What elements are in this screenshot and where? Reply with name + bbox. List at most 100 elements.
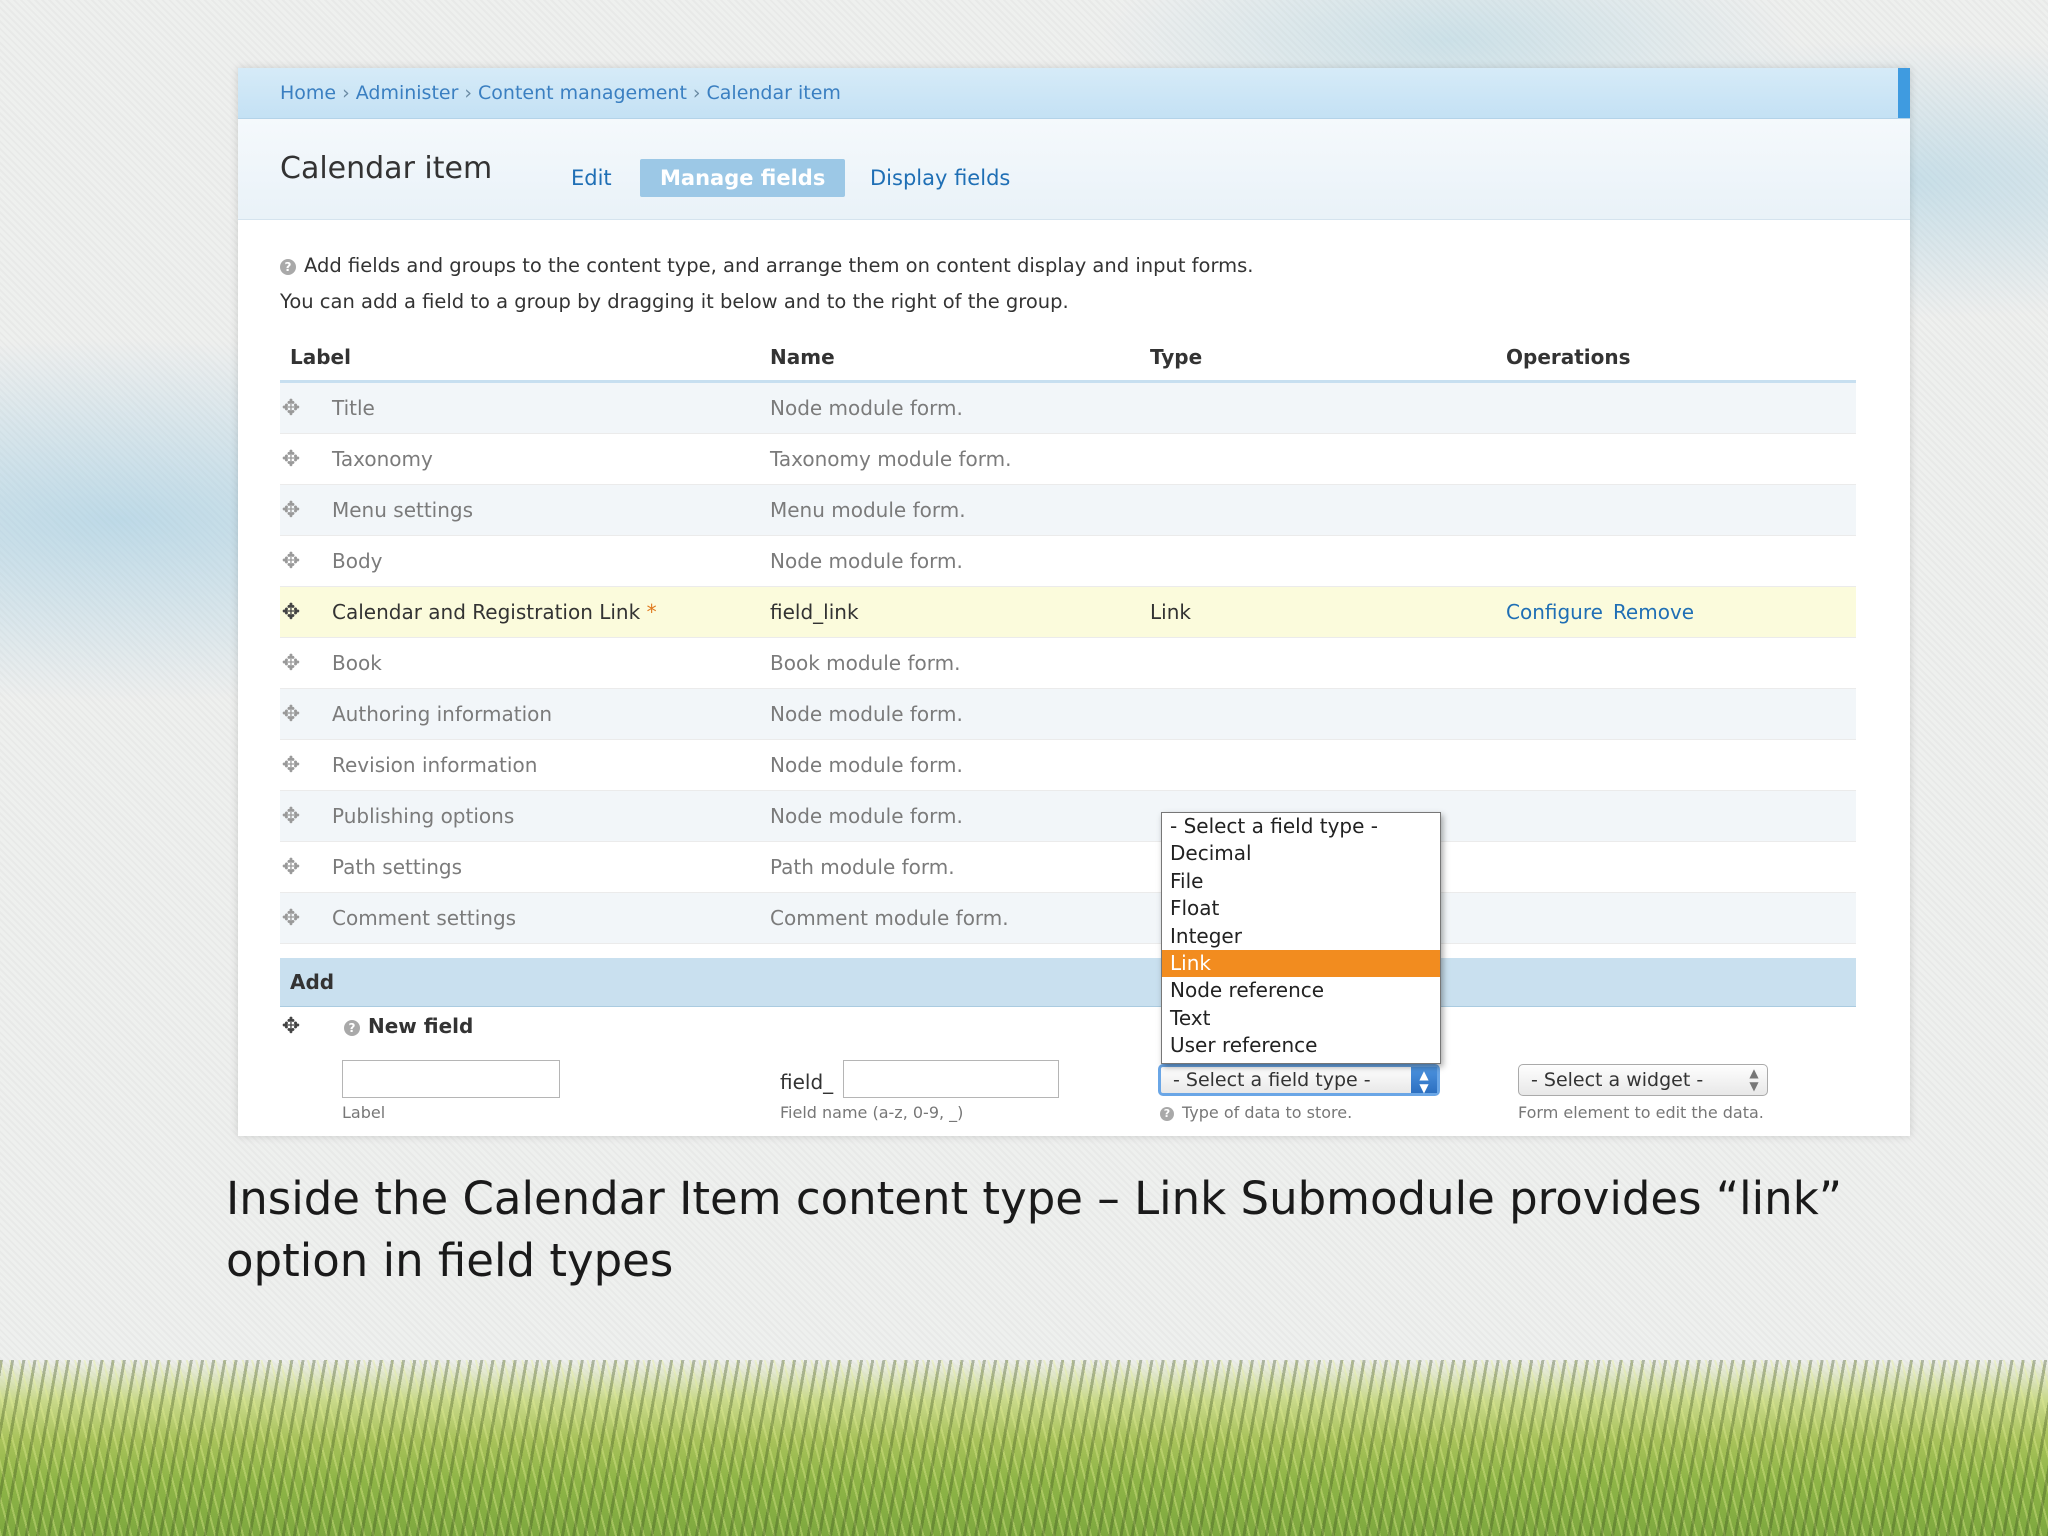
dropdown-option[interactable]: Integer xyxy=(1162,923,1440,950)
row-name: Node module form. xyxy=(770,739,1150,791)
table-row: ✥ Book Book module form. xyxy=(280,637,1856,689)
row-label: Path settings xyxy=(332,854,463,879)
widget-description: Form element to edit the data. xyxy=(1518,1103,1764,1122)
drag-handle-icon[interactable]: ✥ xyxy=(280,702,302,727)
row-type xyxy=(1150,688,1506,740)
remove-link[interactable]: Remove xyxy=(1613,600,1694,624)
drag-handle-icon[interactable]: ✥ xyxy=(280,447,302,472)
field-name-input[interactable] xyxy=(843,1060,1059,1098)
help-icon: ? xyxy=(1160,1107,1174,1121)
label-description: Label xyxy=(342,1103,386,1122)
row-operations xyxy=(1506,433,1856,485)
drag-handle-icon[interactable]: ✥ xyxy=(280,651,302,676)
row-name: field_link xyxy=(770,586,1150,638)
breadcrumb-content-management[interactable]: Content management xyxy=(478,82,687,104)
row-name: Node module form. xyxy=(770,790,1150,842)
row-name: Node module form. xyxy=(770,381,1150,434)
row-name: Comment module form. xyxy=(770,892,1150,944)
row-label: Publishing options xyxy=(332,803,515,828)
col-header-operations: Operations xyxy=(1506,334,1856,383)
table-row: ✥ Path settings Path module form. xyxy=(280,841,1856,893)
tab-manage-fields[interactable]: Manage fields xyxy=(640,159,846,197)
drag-handle-icon[interactable]: ✥ xyxy=(280,906,302,931)
row-label: Taxonomy xyxy=(332,446,433,471)
widget-select[interactable]: - Select a widget - ▲ ▼ xyxy=(1518,1064,1768,1096)
slide-caption: Inside the Calendar Item content type – … xyxy=(226,1172,1843,1287)
required-marker: * xyxy=(646,599,657,624)
row-name: Taxonomy module form. xyxy=(770,433,1150,485)
table-row: ✥ Comment settings Comment module form. xyxy=(280,892,1856,944)
dropdown-option-selected[interactable]: Link xyxy=(1162,949,1440,978)
row-operations xyxy=(1506,790,1856,842)
help-line-1: ? Add fields and groups to the content ty… xyxy=(280,248,1254,284)
new-field-label-input[interactable] xyxy=(342,1060,560,1098)
help-text: ? Add fields and groups to the content ty… xyxy=(280,248,1254,320)
drag-handle-icon[interactable]: ✥ xyxy=(280,753,302,778)
table-row: ✥ Taxonomy Taxonomy module form. xyxy=(280,433,1856,485)
drag-handle-icon[interactable]: ✥ xyxy=(280,498,302,523)
row-type xyxy=(1150,433,1506,485)
row-name: Node module form. xyxy=(770,535,1150,587)
col-header-label: Label xyxy=(280,334,770,383)
table-row-highlighted: ✥ Calendar and Registration Link * field_… xyxy=(280,586,1856,638)
row-label: Body xyxy=(332,548,383,573)
drupal-screenshot: Home › Administer › Content management › Calen… xyxy=(238,68,1910,1136)
row-operations xyxy=(1506,688,1856,740)
page-title: Calendar item xyxy=(280,151,493,186)
table-header-row: Label Name Type Operations xyxy=(280,334,1856,383)
row-operations xyxy=(1506,892,1856,944)
grass-background xyxy=(0,1360,2048,1536)
row-type xyxy=(1150,484,1506,536)
breadcrumb-separator: › xyxy=(342,82,350,104)
dropdown-option[interactable]: - Select a field type - xyxy=(1162,813,1440,840)
field-type-select[interactable]: - Select a field type - ▲ ▼ xyxy=(1158,1064,1440,1096)
dropdown-option[interactable]: Float xyxy=(1162,895,1440,922)
row-type xyxy=(1150,535,1506,587)
breadcrumb-separator: › xyxy=(692,82,701,104)
breadcrumb: Home › Administer › Content management › Calen… xyxy=(280,82,841,104)
new-field-label: ? New field xyxy=(344,1014,473,1038)
col-header-type: Type xyxy=(1150,334,1506,383)
row-label: Book xyxy=(332,650,382,675)
select-arrows-icon: ▲ ▼ xyxy=(1749,1066,1759,1093)
dropdown-option[interactable]: Node reference xyxy=(1162,977,1440,1004)
row-type xyxy=(1150,637,1506,689)
dropdown-option[interactable]: Text xyxy=(1162,1005,1440,1032)
scrollbar-edge xyxy=(1898,68,1910,118)
help-line-2: You can add a field to a group by draggi… xyxy=(280,290,1069,313)
select-arrows-icon: ▲ ▼ xyxy=(1411,1067,1437,1095)
drag-handle-icon[interactable]: ✥ xyxy=(280,1014,302,1039)
table-row: ✥ Revision information Node module form. xyxy=(280,739,1856,791)
breadcrumb-home[interactable]: Home xyxy=(280,82,336,104)
dropdown-option[interactable]: User reference xyxy=(1162,1032,1440,1059)
breadcrumb-calendar-item[interactable]: Calendar item xyxy=(707,82,841,104)
drag-handle-icon[interactable]: ✥ xyxy=(280,600,302,625)
field-type-select-value: - Select a field type - xyxy=(1173,1069,1371,1091)
field-name-prefix: field_ xyxy=(780,1070,834,1094)
row-name: Node module form. xyxy=(770,688,1150,740)
dropdown-option[interactable]: Decimal xyxy=(1162,840,1440,867)
drag-handle-icon[interactable]: ✥ xyxy=(280,549,302,574)
breadcrumb-separator: › xyxy=(464,82,473,104)
drag-handle-icon[interactable]: ✥ xyxy=(280,804,302,829)
help-icon: ? xyxy=(280,259,296,275)
row-operations xyxy=(1506,381,1856,434)
add-title: Add xyxy=(290,970,335,994)
row-label: Revision information xyxy=(332,752,538,777)
table-row: ✥ Authoring information Node module form. xyxy=(280,688,1856,740)
breadcrumb-bar: Home › Administer › Content management › Calen… xyxy=(238,68,1910,119)
tab-edit[interactable]: Edit xyxy=(571,159,612,197)
drag-handle-icon[interactable]: ✥ xyxy=(280,855,302,880)
dropdown-option[interactable]: File xyxy=(1162,868,1440,895)
tab-display-fields[interactable]: Display fields xyxy=(870,159,1010,197)
row-type xyxy=(1150,739,1506,791)
col-header-name: Name xyxy=(770,334,1150,383)
fields-table: Label Name Type Operations ✥ Title Node m… xyxy=(280,334,1856,944)
field-type-dropdown: - Select a field type - Decimal File Flo… xyxy=(1161,812,1441,1064)
row-operations xyxy=(1506,637,1856,689)
table-row: ✥ Title Node module form. xyxy=(280,381,1856,434)
breadcrumb-administer[interactable]: Administer xyxy=(356,82,459,104)
configure-link[interactable]: Configure xyxy=(1506,600,1603,624)
row-name: Path module form. xyxy=(770,841,1150,893)
drag-handle-icon[interactable]: ✥ xyxy=(280,396,302,421)
